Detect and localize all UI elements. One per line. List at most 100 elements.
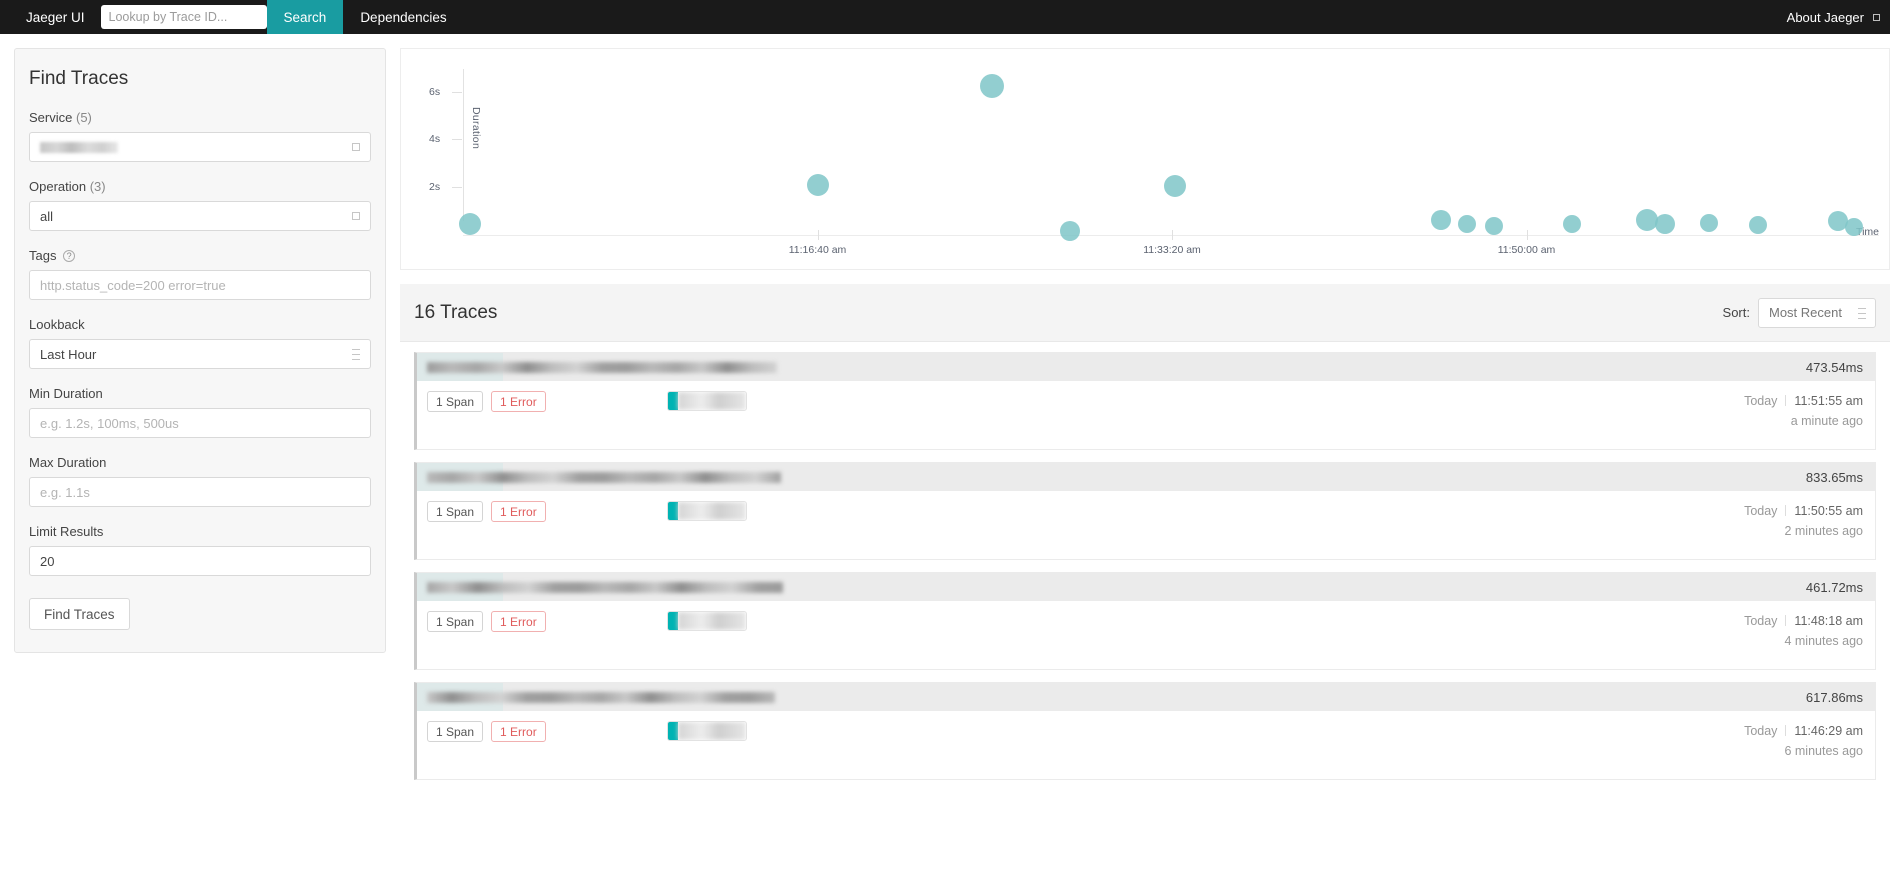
chevron-down-icon xyxy=(352,143,360,151)
scatter-point[interactable] xyxy=(1655,214,1676,235)
lookback-select[interactable]: Last Hour xyxy=(29,339,371,369)
operation-select[interactable]: all xyxy=(29,201,371,231)
trace-card-body: 1 Span 1 Error Today 11:50:55 am 2 minutes a… xyxy=(417,491,1875,559)
span-count-badge: 1 Span xyxy=(427,721,484,742)
service-badge xyxy=(666,721,747,741)
scatter-point[interactable] xyxy=(806,174,829,197)
max-duration-label: Max Duration xyxy=(29,455,107,470)
service-color-swatch xyxy=(667,502,678,520)
find-traces-panel: Find Traces Service (5) Operation (3) al… xyxy=(14,48,386,653)
trace-day: Today xyxy=(1744,724,1778,738)
scatter-point[interactable] xyxy=(1636,209,1659,232)
x-tick-mark xyxy=(1526,230,1528,240)
find-traces-button[interactable]: Find Traces xyxy=(29,598,130,630)
sort-select[interactable]: Most Recent xyxy=(1758,297,1876,328)
trace-time: 11:50:55 am xyxy=(1794,504,1863,518)
x-tick-mark xyxy=(1172,230,1173,240)
limit-results-input[interactable]: 20 xyxy=(29,546,371,576)
field-max-duration: Max Duration e.g. 1.1s xyxy=(29,455,371,507)
trace-time: 11:51:55 am xyxy=(1794,394,1863,408)
trace-time: 11:48:18 am xyxy=(1794,614,1863,628)
field-lookback: Lookback Last Hour xyxy=(29,317,371,369)
service-color-swatch xyxy=(667,392,678,410)
service-color-swatch xyxy=(667,722,678,740)
field-service: Service (5) xyxy=(29,110,371,162)
scatter-point[interactable] xyxy=(1748,215,1767,234)
scatter-point[interactable] xyxy=(979,73,1004,98)
trace-card-header[interactable]: 473.54ms xyxy=(417,353,1875,381)
service-label: Service (5) xyxy=(29,110,92,125)
y-tick-mark xyxy=(452,186,462,188)
chevron-down-icon xyxy=(352,212,360,220)
scatter-point[interactable] xyxy=(1484,216,1503,235)
trace-duration: 617.86ms xyxy=(1805,689,1863,705)
scatter-point[interactable] xyxy=(1700,214,1719,233)
results-header: 16 Traces Sort: Most Recent xyxy=(400,284,1890,342)
min-duration-label: Min Duration xyxy=(29,386,103,401)
field-limit-results: Limit Results 20 xyxy=(29,524,371,576)
field-min-duration: Min Duration e.g. 1.2s, 100ms, 500us xyxy=(29,386,371,438)
scatter-point[interactable] xyxy=(1431,210,1452,231)
tags-input[interactable]: http.status_code=200 error=true xyxy=(29,270,371,300)
sort-label: Sort: xyxy=(1722,305,1750,320)
trace-result-card[interactable]: 473.54ms 1 Span 1 Error Today 11:51:55 am a m… xyxy=(414,352,1876,450)
trace-relative-time: 6 minutes ago xyxy=(1784,744,1863,758)
trace-title-redacted xyxy=(427,361,777,373)
nav-tab-dependencies[interactable]: Dependencies xyxy=(343,0,463,34)
trace-duration: 473.54ms xyxy=(1805,359,1863,375)
scatter-point[interactable] xyxy=(1457,214,1476,233)
trace-card-body: 1 Span 1 Error Today 11:48:18 am 4 minutes a… xyxy=(417,601,1875,669)
sort-value: Most Recent xyxy=(1769,305,1842,320)
service-badge xyxy=(666,611,747,631)
limit-results-value: 20 xyxy=(40,553,55,569)
min-duration-input[interactable]: e.g. 1.2s, 100ms, 500us xyxy=(29,408,371,438)
search-sidebar: Find Traces Service (5) Operation (3) al… xyxy=(0,34,400,653)
about-jaeger-label: About Jaeger xyxy=(1786,9,1864,25)
trace-timestamp: Today 11:46:29 am 6 minutes ago xyxy=(1744,721,1863,761)
service-name-redacted xyxy=(677,502,746,520)
trace-card-header[interactable]: 617.86ms xyxy=(417,683,1875,711)
scatter-point[interactable] xyxy=(1845,218,1864,237)
scatter-point[interactable] xyxy=(1059,221,1080,242)
trace-title-redacted xyxy=(427,471,781,483)
scatter-point[interactable] xyxy=(1562,215,1581,234)
max-duration-input[interactable]: e.g. 1.1s xyxy=(29,477,371,507)
service-select[interactable] xyxy=(29,132,371,162)
nav-tab-search[interactable]: Search xyxy=(266,0,344,34)
min-duration-placeholder: e.g. 1.2s, 100ms, 500us xyxy=(40,415,179,431)
service-name-redacted xyxy=(677,612,746,630)
scatter-point[interactable] xyxy=(1163,175,1186,198)
meta-divider xyxy=(1785,725,1787,736)
trace-duration: 833.65ms xyxy=(1805,469,1863,485)
trace-id-lookup xyxy=(100,0,267,34)
trace-result-card[interactable]: 461.72ms 1 Span 1 Error Today 11:48:18 am 4 m… xyxy=(414,572,1876,670)
operation-value: all xyxy=(40,208,54,224)
limit-results-label: Limit Results xyxy=(29,524,104,539)
trace-card-header[interactable]: 461.72ms xyxy=(417,573,1875,601)
max-duration-placeholder: e.g. 1.1s xyxy=(40,484,90,500)
operation-label: Operation (3) xyxy=(29,179,106,194)
brand-logo[interactable]: Jaeger UI xyxy=(0,0,101,34)
x-axis-line xyxy=(463,235,1879,236)
trace-result-card[interactable]: 833.65ms 1 Span 1 Error Today 11:50:55 am 2 m… xyxy=(414,462,1876,560)
tags-placeholder: http.status_code=200 error=true xyxy=(40,277,226,293)
trace-result-card[interactable]: 617.86ms 1 Span 1 Error Today 11:46:29 am 6 m… xyxy=(414,682,1876,780)
about-jaeger-menu[interactable]: About Jaeger xyxy=(1787,0,1890,34)
trace-relative-time: 2 minutes ago xyxy=(1784,524,1863,538)
trace-id-input[interactable] xyxy=(100,5,267,29)
page-title: Find Traces xyxy=(29,68,129,89)
help-icon[interactable]: ? xyxy=(63,250,76,262)
tags-label: Tags ? xyxy=(29,248,371,263)
span-count-badge: 1 Span xyxy=(427,611,484,632)
scatter-point[interactable] xyxy=(459,212,482,235)
trace-card-header[interactable]: 833.65ms xyxy=(417,463,1875,491)
x-axis-tick: 11:50:00 am xyxy=(1497,244,1556,256)
trace-scatter-chart: Duration Time 2s 4s 6s 11:16:40 am 11:33:20 … xyxy=(400,48,1890,270)
top-navbar: Jaeger UI Search Dependencies About Jaeg… xyxy=(0,0,1890,34)
error-count-badge: 1 Error xyxy=(491,721,546,742)
scatter-plot-area[interactable]: Duration Time 2s 4s 6s 11:16:40 am 11:33:20 … xyxy=(401,49,1889,269)
chevron-down-icon xyxy=(1873,13,1880,21)
chevron-updown-icon xyxy=(1858,307,1866,319)
error-count-badge: 1 Error xyxy=(491,611,546,632)
service-value-redacted xyxy=(40,141,118,153)
